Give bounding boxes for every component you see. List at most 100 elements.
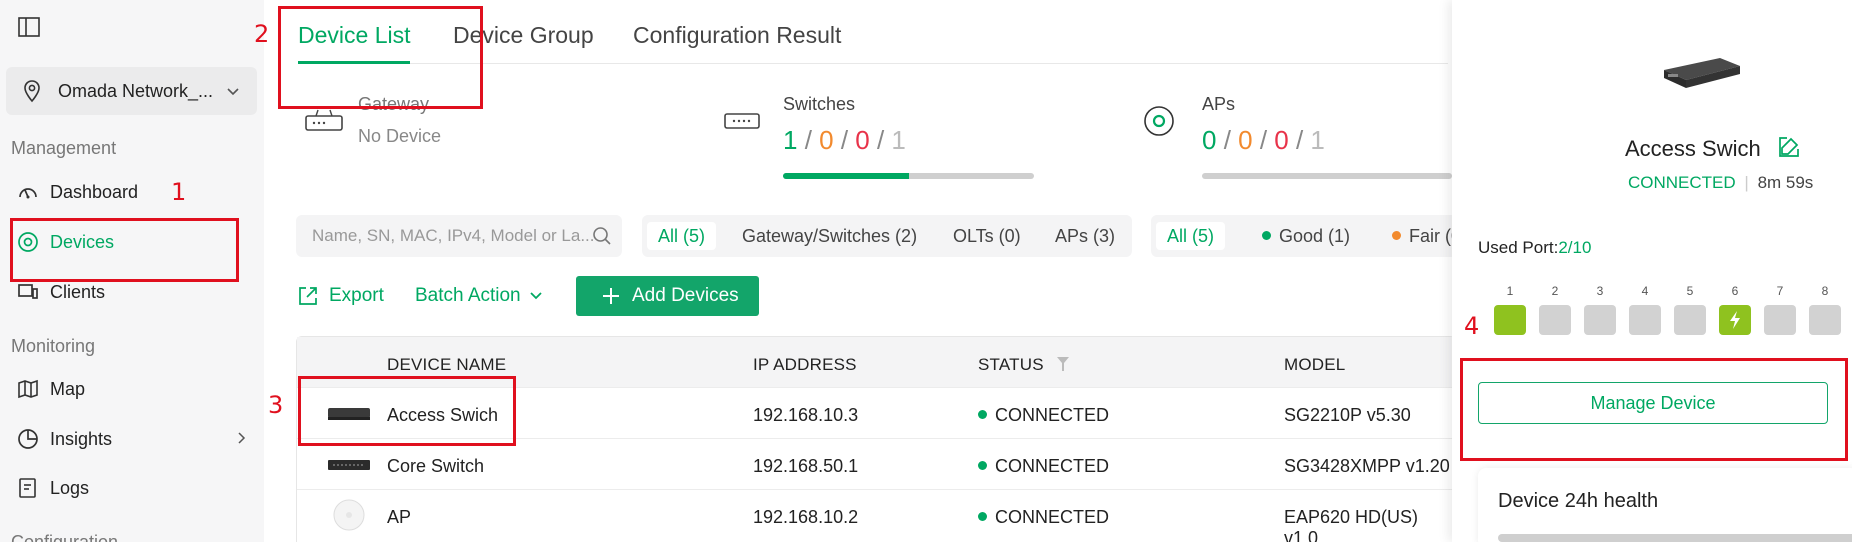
port-7[interactable]	[1764, 305, 1796, 335]
filter-type-all[interactable]: All (5)	[647, 222, 717, 250]
column-status-label: STATUS	[978, 355, 1044, 374]
port-1[interactable]	[1494, 305, 1526, 335]
sidebar-item-label: Clients	[50, 281, 106, 302]
port-4[interactable]	[1629, 305, 1661, 335]
cell-status: CONNECTED	[978, 507, 1109, 528]
sidebar-item-dashboard[interactable]: Dashboard	[16, 177, 138, 207]
search-icon[interactable]	[592, 226, 612, 246]
filter-health-good-label: Good (1)	[1279, 226, 1351, 246]
batch-action-dropdown[interactable]: Batch Action	[415, 285, 553, 307]
status-dot	[978, 410, 987, 419]
tab-configuration-result[interactable]: Configuration Result	[633, 22, 841, 49]
section-monitoring: Monitoring	[11, 336, 96, 356]
sidebar-item-map[interactable]: Map	[16, 374, 85, 404]
used-port-value: 2/10	[1558, 238, 1592, 257]
sidebar-toggle-icon[interactable]	[18, 17, 40, 37]
logs-icon	[19, 478, 36, 498]
site-name: Omada Network_...	[58, 80, 214, 101]
cell-device-name: Core Switch	[387, 456, 485, 476]
drawer-device-name-text: Access Swich	[1625, 136, 1761, 161]
section-configuration: Configuration	[11, 532, 119, 542]
filter-type-aps[interactable]: APs (3)	[1044, 222, 1126, 250]
port-number-label: 1	[1506, 284, 1514, 298]
used-port: Used Port:2/10	[1478, 238, 1591, 258]
switch-device-image	[328, 460, 370, 470]
sidebar-item-label: Insights	[50, 428, 113, 449]
switch-device-image	[1664, 58, 1740, 88]
fair-dot	[1392, 230, 1401, 240]
port-number-label: 5	[1686, 284, 1694, 298]
export-button[interactable]: Export	[297, 285, 384, 307]
table-row[interactable]: AP 192.168.10.2 CONNECTED EAP620 HD(US) …	[297, 489, 1455, 542]
port-number-label: 2	[1551, 284, 1559, 298]
annotation-number-2: 2	[254, 20, 270, 48]
switches-total-count: 1	[891, 125, 906, 155]
chevron-right-icon	[238, 432, 246, 444]
filter-type-olts[interactable]: OLTs (0)	[942, 222, 1032, 250]
export-label: Export	[329, 285, 384, 306]
cell-device-name: AP	[387, 507, 412, 527]
cell-status-label: CONNECTED	[995, 405, 1110, 425]
chevron-down-icon	[529, 292, 542, 300]
cell-status: CONNECTED	[978, 405, 1109, 426]
site-selector[interactable]: Omada Network_...	[6, 67, 257, 115]
column-status[interactable]: STATUS	[978, 355, 1069, 375]
health-bar	[1498, 534, 1852, 542]
drawer-device-name: Access Swich	[1625, 135, 1801, 162]
gateway-sub: No Device	[358, 126, 442, 146]
filter-health-good[interactable]: Good (1)	[1251, 222, 1361, 250]
filter-health-all[interactable]: All (5)	[1156, 222, 1226, 250]
device-type-filter: All (5) Gateway/Switches (2) OLTs (0) AP…	[642, 215, 1132, 257]
port-5[interactable]	[1674, 305, 1706, 335]
sidebar-item-insights[interactable]: Insights	[16, 424, 246, 454]
annotation-number-1: 1	[171, 178, 187, 206]
edit-icon[interactable]	[1777, 135, 1801, 159]
ap-icon	[1144, 106, 1174, 136]
port-8[interactable]	[1809, 305, 1841, 335]
aps-label: APs	[1202, 94, 1236, 114]
port-number-label: 4	[1641, 284, 1649, 298]
add-devices-button[interactable]: Add Devices	[576, 276, 759, 316]
column-model[interactable]: MODEL	[1284, 355, 1345, 375]
annotation-box-manage-device	[1460, 358, 1848, 461]
column-device-name[interactable]: DEVICE NAME	[387, 355, 506, 375]
annotation-number-3: 3	[268, 391, 284, 419]
section-management: Management	[11, 138, 117, 158]
port-number-label: 8	[1821, 284, 1829, 298]
export-icon	[299, 287, 317, 305]
port-2[interactable]	[1539, 305, 1571, 335]
filter-type-gateway-switches[interactable]: Gateway/Switches (2)	[731, 222, 928, 250]
aps-good-count: 0	[1202, 125, 1217, 155]
switches-health-bar	[783, 173, 1034, 179]
good-dot	[1262, 230, 1271, 240]
sidebar-item-logs[interactable]: Logs	[16, 473, 89, 503]
chevron-down-icon	[227, 88, 239, 96]
drawer-status: CONNECTED	[1628, 173, 1736, 192]
cell-model: SG3428XMPP v1.20	[1284, 456, 1450, 476]
cell-status-label: CONNECTED	[995, 507, 1110, 527]
port-6[interactable]	[1719, 305, 1751, 335]
cell-model: EAP620 HD(US) v1.0	[1284, 507, 1419, 542]
search-input[interactable]: Name, SN, MAC, IPv4, Model or La...	[296, 215, 622, 257]
device-health-card: Device 24h health	[1478, 468, 1852, 542]
port-number-label: 3	[1596, 284, 1604, 298]
switches-label: Switches	[783, 94, 856, 114]
switches-poor-count: 0	[855, 125, 870, 155]
dashboard-gauge-icon	[19, 188, 37, 199]
aps-fair-count: 0	[1238, 125, 1253, 155]
annotation-box-access-switch	[298, 376, 516, 446]
switches-good-count: 1	[783, 125, 798, 155]
switch-icon	[724, 113, 760, 129]
sidebar-item-label: Dashboard	[50, 181, 139, 202]
map-icon	[18, 379, 38, 399]
aps-poor-count: 0	[1274, 125, 1289, 155]
filter-funnel-icon[interactable]	[1056, 356, 1069, 372]
plus-icon	[603, 288, 619, 304]
port-3[interactable]	[1584, 305, 1616, 335]
column-ip-address[interactable]: IP ADDRESS	[753, 355, 857, 375]
switches-counts: 1 / 0 / 0 / 1	[783, 125, 906, 155]
annotation-box-devices	[10, 218, 239, 282]
batch-action-label: Batch Action	[415, 285, 521, 306]
port-number-label: 7	[1776, 284, 1784, 298]
sidebar-item-label: Map	[50, 378, 86, 399]
